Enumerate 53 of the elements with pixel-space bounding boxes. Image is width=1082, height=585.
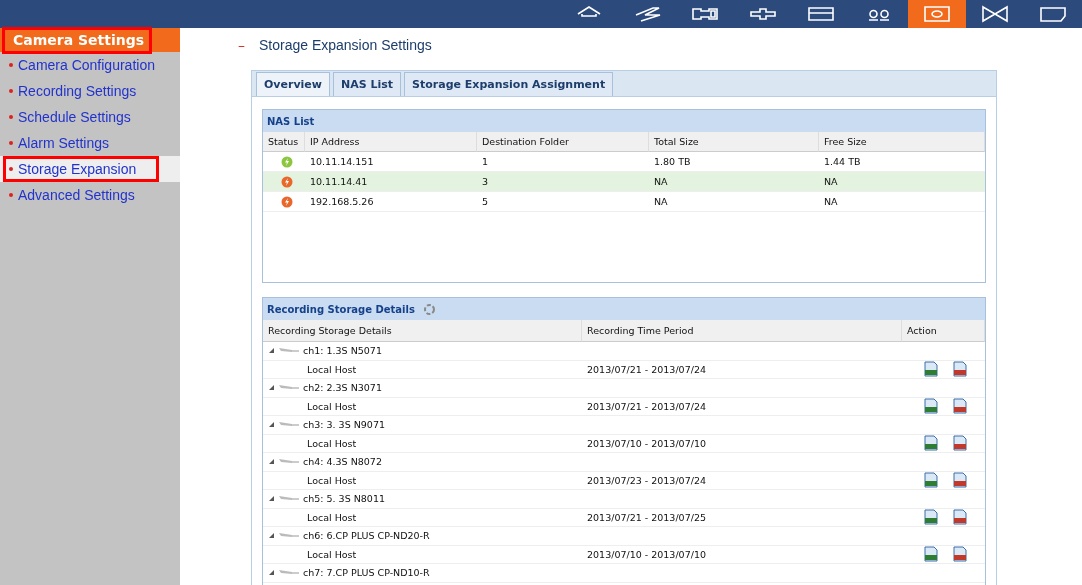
sidebar-link[interactable]: Schedule Settings bbox=[3, 104, 154, 130]
table-cell: 3 bbox=[477, 172, 649, 192]
table-cell: Local Host bbox=[307, 400, 357, 412]
table-cell: 2013/07/23 - 2013/07/24 bbox=[587, 474, 706, 486]
tab[interactable]: NAS List bbox=[333, 72, 402, 96]
sidebar-title: Camera Settings bbox=[2, 26, 153, 54]
expand-triangle-icon[interactable] bbox=[268, 421, 275, 429]
sidebar-link[interactable]: Advanced Settings bbox=[3, 182, 158, 208]
table-cell: 10.11.14.41 bbox=[305, 172, 477, 192]
table-cell: 2013/07/21 - 2013/07/25 bbox=[587, 511, 706, 523]
sidebar-link[interactable]: Alarm Settings bbox=[3, 130, 133, 156]
table-cell: 2013/07/21 - 2013/07/24 bbox=[587, 363, 706, 375]
channel-label: ch1: 1.3S N5071 bbox=[303, 345, 382, 357]
column-header: Free Size bbox=[819, 132, 985, 152]
collapse-mark[interactable]: – bbox=[238, 37, 245, 53]
expand-triangle-icon[interactable] bbox=[268, 347, 275, 355]
channel-label: ch2: 2.3S N3071 bbox=[303, 382, 382, 394]
channel-label: ch3: 3. 3S N9071 bbox=[303, 419, 385, 431]
channel-label: ch4: 4.3S N8072 bbox=[303, 456, 382, 468]
table-cell: Local Host bbox=[307, 363, 357, 375]
channel-label: ch5: 5. 3S N8011 bbox=[303, 493, 385, 505]
table-cell: 2013/07/21 - 2013/07/24 bbox=[587, 400, 706, 412]
table-cell: NA bbox=[649, 172, 819, 192]
channel-label: ch7: 7.CP PLUS CP-ND10-R bbox=[303, 567, 430, 579]
sidebar-link[interactable]: Storage Expansion bbox=[3, 156, 160, 182]
table-cell: Local Host bbox=[307, 548, 357, 560]
panel-title: Recording Storage Details bbox=[267, 303, 415, 315]
table-cell: NA bbox=[819, 172, 985, 192]
tab[interactable]: Overview bbox=[256, 72, 330, 96]
tab[interactable]: Storage Expansion Assignment bbox=[404, 72, 614, 96]
column-header: Recording Time Period bbox=[582, 320, 902, 342]
expand-triangle-icon[interactable] bbox=[268, 532, 275, 540]
expand-triangle-icon[interactable] bbox=[268, 384, 275, 392]
table-cell: 2013/07/10 - 2013/07/10 bbox=[587, 548, 706, 560]
expand-triangle-icon[interactable] bbox=[268, 569, 275, 577]
column-header: IP Address bbox=[305, 132, 477, 152]
expand-triangle-icon[interactable] bbox=[268, 495, 275, 503]
channel-label: ch6: 6.CP PLUS CP-ND20-R bbox=[303, 530, 430, 542]
sidebar-link[interactable]: Recording Settings bbox=[3, 78, 160, 104]
table-cell: 2013/07/10 - 2013/07/10 bbox=[587, 437, 706, 449]
column-header: Total Size bbox=[649, 132, 819, 152]
sidebar-link[interactable]: Camera Configuration bbox=[3, 52, 178, 78]
table-cell: Local Host bbox=[307, 437, 357, 449]
table-cell: Local Host bbox=[307, 474, 357, 486]
refresh-icon[interactable] bbox=[422, 302, 436, 316]
panel-title: NAS List bbox=[267, 115, 315, 127]
section-title: Storage Expansion Settings bbox=[259, 37, 432, 53]
expand-triangle-icon[interactable] bbox=[268, 458, 275, 466]
column-header: Action bbox=[902, 320, 985, 342]
table-cell: Local Host bbox=[307, 511, 357, 523]
column-header: Destination Folder bbox=[477, 132, 649, 152]
column-header: Recording Storage Details bbox=[263, 320, 582, 342]
column-header: Status bbox=[263, 132, 305, 152]
